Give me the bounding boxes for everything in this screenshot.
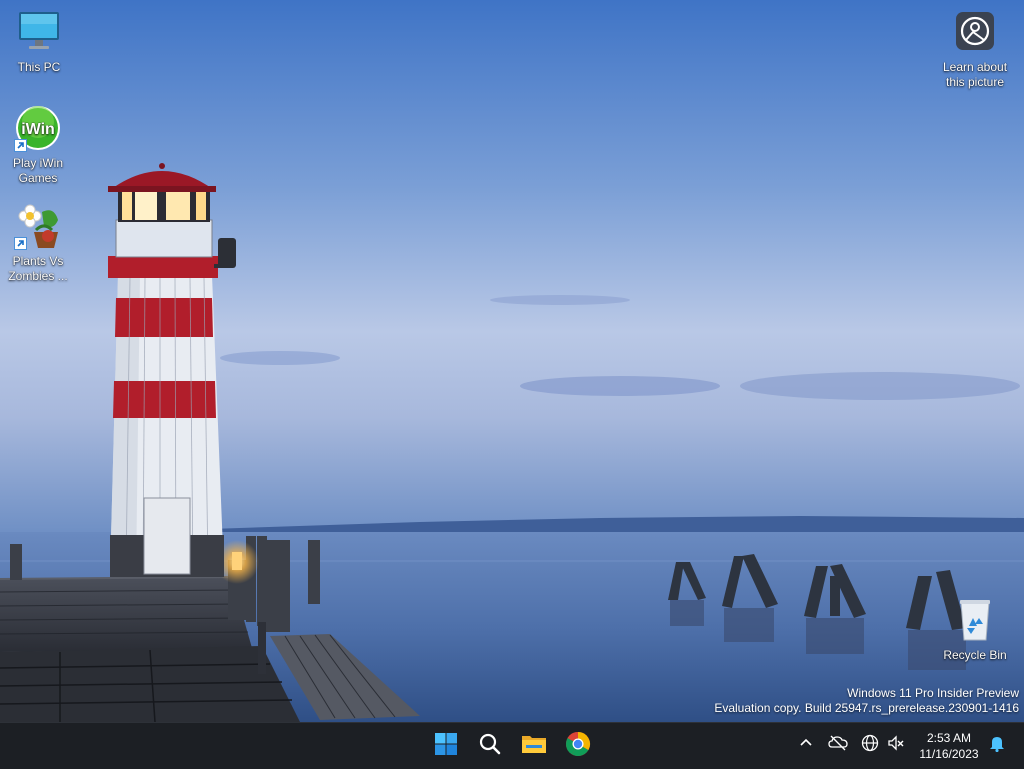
notification-center-button[interactable] bbox=[986, 734, 1008, 756]
windows-start-icon bbox=[434, 732, 458, 761]
bell-icon bbox=[988, 734, 1006, 757]
volume-tray-button[interactable] bbox=[885, 734, 907, 756]
show-hidden-icons-button[interactable] bbox=[795, 734, 817, 756]
desktop-icon-plants-vs-zombies[interactable]: Plants Vs Zombies ... bbox=[0, 202, 76, 284]
desktop-icon-this-pc[interactable]: This PC bbox=[1, 8, 77, 75]
desktop-icon-label: This PC bbox=[17, 60, 61, 74]
speaker-muted-icon bbox=[887, 734, 905, 757]
clock-date: 11/16/2023 bbox=[919, 747, 979, 761]
onedrive-tray-button[interactable] bbox=[827, 734, 849, 756]
watermark-edition: Windows 11 Pro Insider Preview bbox=[847, 686, 1019, 700]
desktop-icon-label: Recycle Bin bbox=[943, 648, 1007, 662]
network-globe-icon bbox=[861, 734, 879, 757]
desktop-icon-learn-about-this-picture[interactable]: Learn about this picture bbox=[937, 8, 1013, 90]
iwin-logo-icon: iWin bbox=[14, 104, 62, 152]
desktop-wallpaper bbox=[0, 0, 1024, 722]
chevron-up-icon bbox=[799, 736, 813, 755]
desktop-icon-label: Play iWin Games bbox=[12, 156, 63, 185]
desktop-icon-play-iwin-games[interactable]: iWin Play iWin Games bbox=[0, 104, 76, 186]
chrome-button[interactable] bbox=[560, 728, 596, 764]
shortcut-arrow-icon bbox=[14, 237, 27, 250]
evaluation-watermark: Windows 11 Pro Insider Preview Evaluatio… bbox=[714, 686, 1019, 716]
start-button[interactable] bbox=[428, 728, 464, 764]
search-button[interactable] bbox=[472, 728, 508, 764]
desktop-icon-label: Learn about this picture bbox=[942, 60, 1008, 89]
onedrive-offline-icon bbox=[828, 734, 848, 757]
taskbar: 2:53 AM 11/16/2023 bbox=[0, 722, 1024, 769]
file-explorer-button[interactable] bbox=[516, 728, 552, 764]
desktop-icon-recycle-bin[interactable]: Recycle Bin bbox=[937, 596, 1013, 663]
watermark-build: Evaluation copy. Build 25947.rs_prerelea… bbox=[714, 701, 1019, 715]
camera-lens-icon bbox=[951, 8, 999, 56]
chrome-icon bbox=[565, 731, 591, 762]
monitor-icon bbox=[15, 8, 63, 56]
clock-button[interactable]: 2:53 AM 11/16/2023 bbox=[912, 728, 986, 764]
iwin-logo-text: iWin bbox=[21, 121, 55, 138]
clock-time: 2:53 AM bbox=[926, 731, 972, 745]
network-tray-button[interactable] bbox=[859, 734, 881, 756]
desktop-icon-label: Plants Vs Zombies ... bbox=[8, 254, 68, 283]
shortcut-arrow-icon bbox=[14, 139, 27, 152]
search-icon bbox=[478, 732, 502, 761]
file-explorer-icon bbox=[521, 732, 547, 761]
recycle-bin-icon bbox=[951, 596, 999, 644]
plants-vs-zombies-icon bbox=[14, 202, 62, 250]
